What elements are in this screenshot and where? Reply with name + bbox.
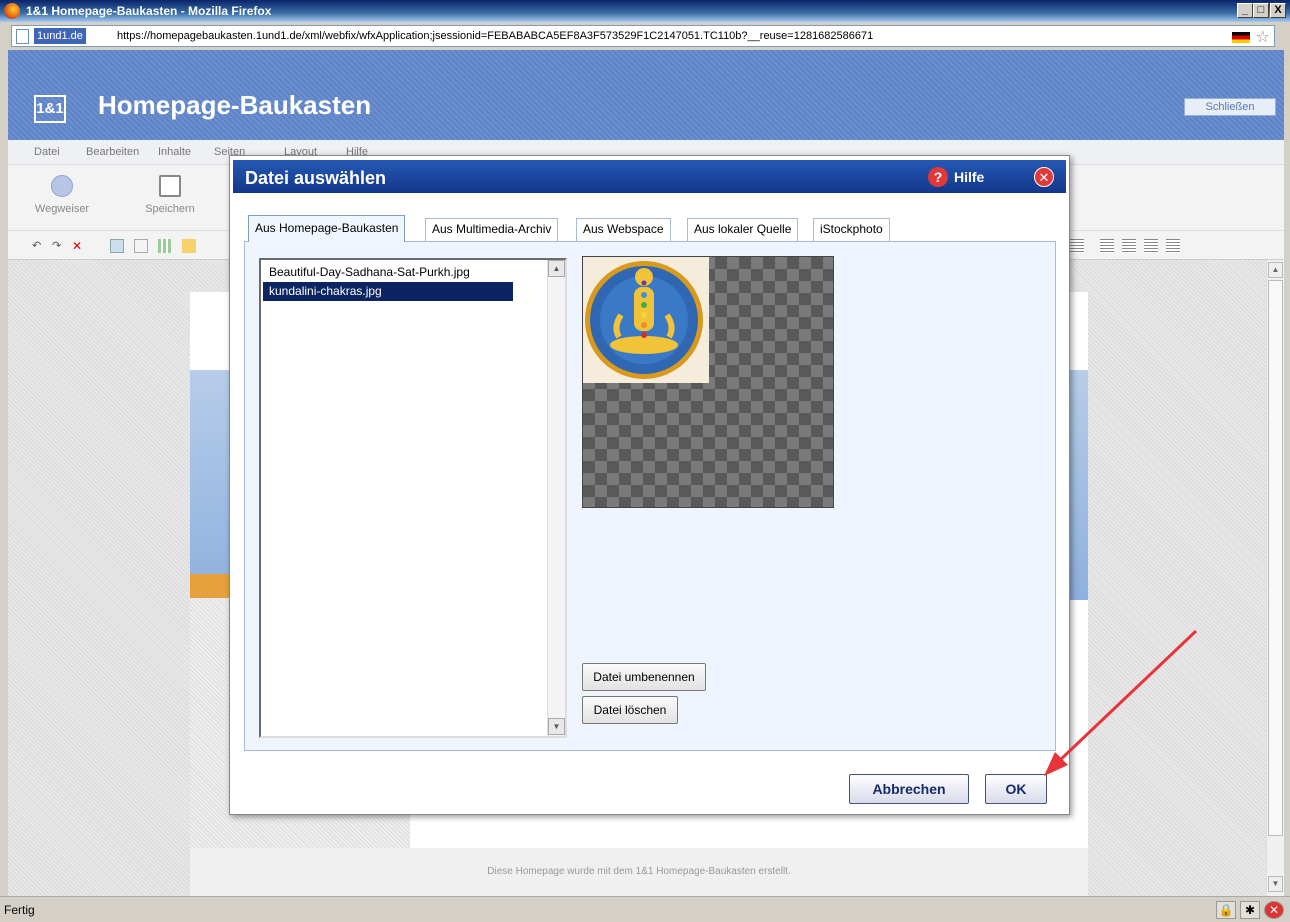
tab-aus-homepage-baukasten[interactable]: Aus Homepage-Baukasten (248, 215, 406, 242)
page-footer: Diese Homepage wurde mit dem 1&1 Homepag… (190, 848, 1088, 896)
brand-logo: 1&1 (34, 95, 66, 123)
tab-aus-lokaler-quelle[interactable]: Aus lokaler Quelle (687, 218, 799, 241)
tab-aus-webspace[interactable]: Aus Webspace (576, 218, 671, 241)
file-select-dialog: Datei auswählen ? Hilfe ✕ Aus Homepage-B… (229, 155, 1070, 815)
window-titlebar: 1&1 Homepage-Baukasten - Mozilla Firefox… (0, 0, 1290, 22)
menu-inhalte[interactable]: Inhalte (158, 146, 191, 158)
app-title: Homepage-Baukasten (98, 90, 372, 120)
rename-file-button[interactable]: Datei umbenennen (582, 663, 706, 691)
dialog-titlebar: Datei auswählen ? Hilfe ✕ (233, 160, 1066, 193)
floppy-disk-icon (159, 175, 181, 197)
page-icon (16, 29, 29, 44)
bookmark-star-icon[interactable]: ☆ (1256, 27, 1270, 47)
kundalini-chakras-thumbnail (583, 257, 709, 383)
folder-icon[interactable] (182, 239, 196, 253)
tab-istockphoto[interactable]: iStockphoto (813, 218, 890, 241)
save-button[interactable]: Speichern (140, 175, 200, 215)
delete-file-button[interactable]: Datei löschen (582, 696, 678, 724)
redo-icon[interactable]: ↷ (52, 239, 66, 253)
outdent-icon[interactable] (1166, 239, 1180, 253)
wegweiser-label: Wegweiser (34, 203, 90, 215)
image-preview (582, 256, 834, 508)
german-flag-icon[interactable] (1232, 32, 1250, 43)
scroll-up-arrow[interactable]: ▲ (1268, 262, 1283, 278)
indent-icon[interactable] (1144, 239, 1158, 253)
address-field[interactable]: 1und1.de https://homepagebaukasten.1und1… (11, 25, 1275, 47)
wegweiser-button[interactable]: Wegweiser (32, 175, 92, 215)
image-icon[interactable] (110, 239, 124, 253)
app-header: 1&1 Homepage-Baukasten Schließen (8, 50, 1284, 140)
scroll-up-arrow[interactable]: ▲ (548, 260, 565, 277)
dialog-title: Datei auswählen (245, 168, 387, 188)
bug-icon[interactable]: ✱ (1240, 901, 1260, 919)
minimize-button[interactable]: _ (1237, 3, 1253, 18)
site-identity-button[interactable]: 1und1.de (34, 28, 86, 44)
page-nav-tab (190, 574, 230, 598)
list-icon[interactable] (1070, 239, 1084, 253)
menu-datei[interactable]: Datei (34, 146, 60, 158)
lock-icon[interactable]: 🔒 (1216, 901, 1236, 919)
window-title: 1&1 Homepage-Baukasten - Mozilla Firefox (26, 4, 272, 18)
page-scrollbar[interactable]: ▲ ▼ (1266, 260, 1284, 896)
table-icon[interactable] (158, 239, 172, 253)
maximize-button[interactable]: □ (1253, 3, 1269, 18)
tab-panel: Beautiful-Day-Sadhana-Sat-Purkh.jpg kund… (244, 241, 1056, 751)
window-close-button[interactable]: X (1270, 3, 1286, 18)
tab-aus-multimedia-archiv[interactable]: Aus Multimedia-Archiv (425, 218, 559, 241)
close-app-button[interactable]: Schließen (1184, 98, 1276, 116)
list-item-selected[interactable]: kundalini-chakras.jpg (263, 282, 513, 301)
bullet-list-icon[interactable] (1100, 239, 1114, 253)
scroll-thumb[interactable] (1268, 280, 1283, 836)
ok-button[interactable]: OK (985, 774, 1047, 804)
navigation-bar: 1und1.de https://homepagebaukasten.1und1… (0, 22, 1290, 50)
status-text: Fertig (4, 903, 35, 917)
link-icon[interactable] (134, 239, 148, 253)
file-list-scrollbar[interactable]: ▲ ▼ (547, 260, 565, 736)
delete-icon[interactable]: ✕ (72, 239, 86, 253)
help-link[interactable]: Hilfe (954, 169, 984, 185)
scroll-down-arrow[interactable]: ▼ (1268, 876, 1283, 892)
help-icon[interactable]: ? (928, 167, 948, 187)
firefox-icon (4, 3, 20, 19)
scroll-down-arrow[interactable]: ▼ (548, 718, 565, 735)
list-item[interactable]: Beautiful-Day-Sadhana-Sat-Purkh.jpg (263, 263, 470, 282)
status-bar: Fertig 🔒 ✱ ✕ (0, 896, 1290, 922)
undo-icon[interactable]: ↶ (32, 239, 46, 253)
compass-icon (51, 175, 73, 197)
cancel-button[interactable]: Abbrechen (849, 774, 969, 804)
save-label: Speichern (145, 203, 195, 215)
error-icon[interactable]: ✕ (1264, 901, 1284, 919)
numbered-list-icon[interactable] (1122, 239, 1136, 253)
menu-bearbeiten[interactable]: Bearbeiten (86, 146, 139, 158)
url-text[interactable]: https://homepagebaukasten.1und1.de/xml/w… (117, 29, 873, 44)
dialog-close-icon[interactable]: ✕ (1034, 167, 1054, 187)
file-list[interactable]: Beautiful-Day-Sadhana-Sat-Purkh.jpg kund… (259, 258, 567, 738)
